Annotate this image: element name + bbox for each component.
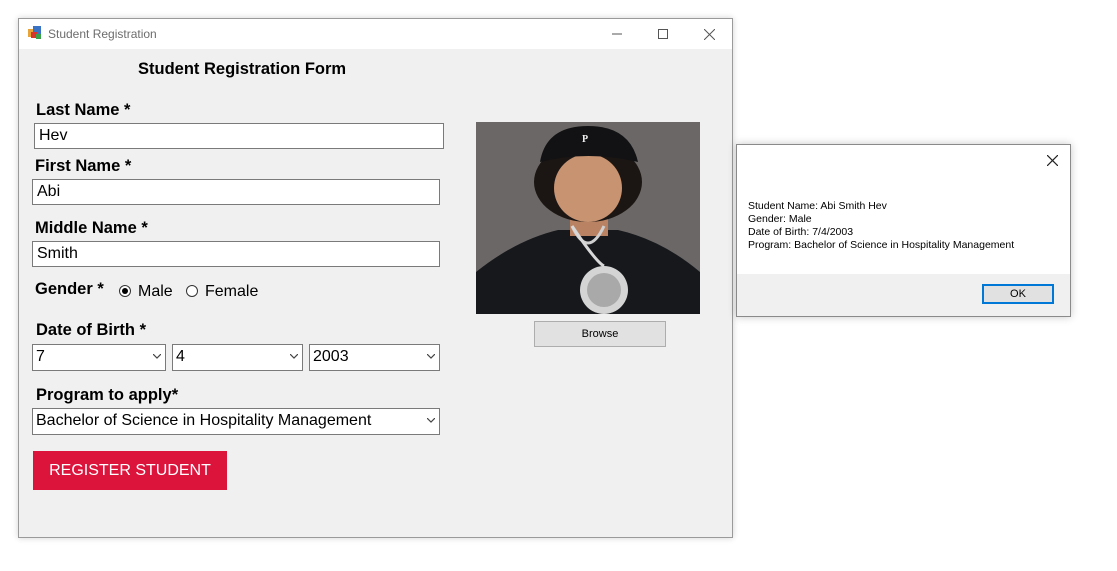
maximize-button[interactable] <box>640 19 686 49</box>
message-line-dob: Date of Birth: 7/4/2003 <box>748 226 854 238</box>
student-photo-image: P <box>476 122 700 314</box>
chevron-down-icon <box>427 418 435 423</box>
dob-label: Date of Birth * <box>36 321 147 339</box>
dob-day-value: 4 <box>176 348 185 365</box>
chevron-down-icon <box>153 354 161 359</box>
message-close-button[interactable] <box>1042 151 1062 169</box>
chevron-down-icon <box>290 354 298 359</box>
first-name-label: First Name * <box>35 157 132 175</box>
browse-button[interactable]: Browse <box>534 321 666 347</box>
maximize-icon <box>658 29 668 39</box>
message-text: Student Name: Abi Smith Hev Gender: Male… <box>748 200 1014 252</box>
svg-text:P: P <box>582 134 588 145</box>
title-bar: Student Registration <box>19 19 732 49</box>
ok-button[interactable]: OK <box>982 284 1054 304</box>
dob-day-select[interactable]: 4 <box>172 344 303 371</box>
dob-year-select[interactable]: 2003 <box>309 344 440 371</box>
last-name-field[interactable]: Hev <box>34 123 444 149</box>
dob-month-value: 7 <box>36 348 45 365</box>
gender-label: Gender * <box>35 280 104 298</box>
program-value: Bachelor of Science in Hospitality Manag… <box>36 412 372 429</box>
program-label: Program to apply* <box>36 386 179 404</box>
first-name-field[interactable]: Abi <box>32 179 440 205</box>
gender-female-radio[interactable] <box>186 285 198 297</box>
dob-month-select[interactable]: 7 <box>32 344 166 371</box>
last-name-label: Last Name * <box>36 101 131 119</box>
message-line-program: Program: Bachelor of Science in Hospital… <box>748 239 1015 251</box>
message-footer: OK <box>737 274 1070 316</box>
middle-name-label: Middle Name * <box>35 219 148 237</box>
dob-year-value: 2003 <box>313 348 349 365</box>
message-box: Student Name: Abi Smith Hev Gender: Male… <box>736 144 1071 317</box>
app-icon <box>28 26 41 39</box>
program-select[interactable]: Bachelor of Science in Hospitality Manag… <box>32 408 440 435</box>
gender-female-label[interactable]: Female <box>205 283 258 301</box>
middle-name-field[interactable]: Smith <box>32 241 440 267</box>
window-title: Student Registration <box>48 27 157 41</box>
gender-male-label[interactable]: Male <box>138 283 173 301</box>
registration-window: Student Registration Student Registratio… <box>18 18 733 538</box>
minimize-button[interactable] <box>594 19 640 49</box>
message-line-gender: Gender: Male <box>748 213 812 225</box>
chevron-down-icon <box>427 354 435 359</box>
close-icon <box>703 28 715 40</box>
student-photo: P <box>476 122 700 314</box>
close-icon <box>1046 154 1058 166</box>
register-student-button[interactable]: REGISTER STUDENT <box>33 451 227 490</box>
minimize-icon <box>612 33 622 35</box>
form-title: Student Registration Form <box>138 60 347 78</box>
gender-male-radio[interactable] <box>119 285 131 297</box>
close-button[interactable] <box>686 19 732 49</box>
message-line-name: Student Name: Abi Smith Hev <box>748 200 887 212</box>
